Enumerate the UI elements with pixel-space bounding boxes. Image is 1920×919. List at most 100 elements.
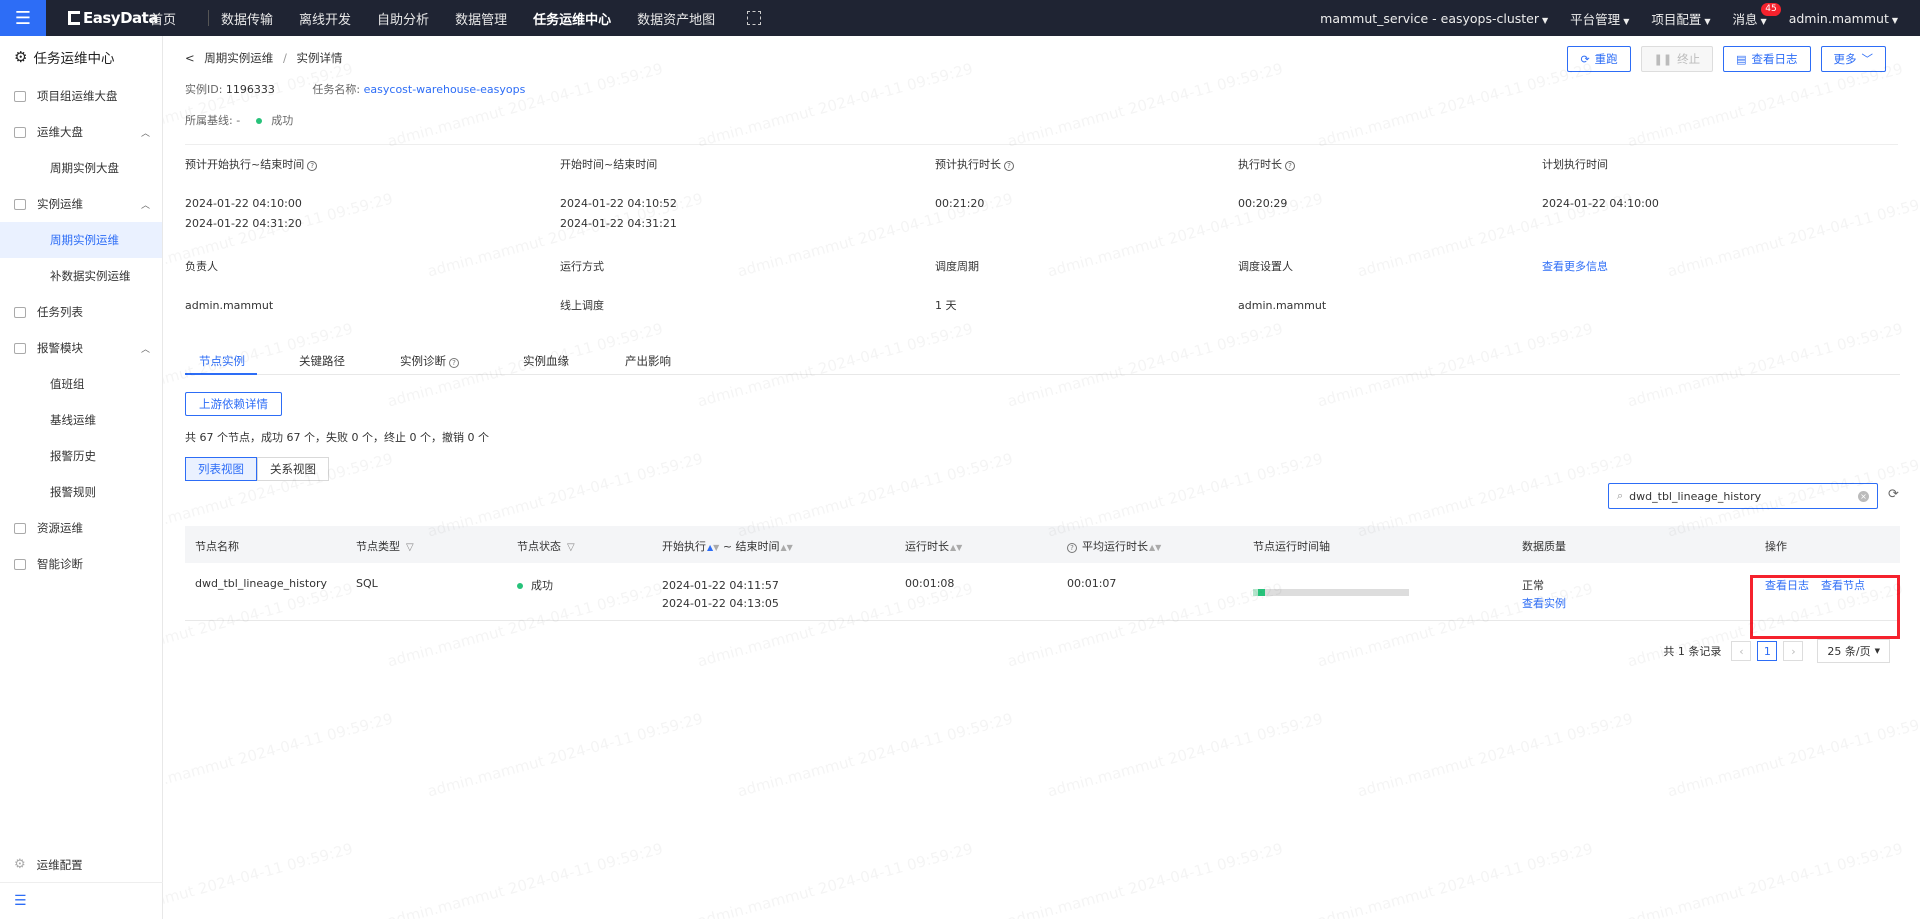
watermark-text: admin.mammut 2024-04-11 09:59:29 bbox=[696, 840, 975, 919]
help-icon[interactable]: ? bbox=[307, 161, 318, 171]
task-name-link[interactable]: easycost-warehouse-easyops bbox=[364, 83, 526, 96]
info-schedule-period: 调度周期 1 天 bbox=[935, 260, 979, 312]
nav-task-ops-center[interactable]: 任务运维中心 bbox=[533, 9, 611, 28]
prev-page-icon[interactable]: ‹ bbox=[1731, 641, 1752, 661]
list-view-button[interactable]: 列表视图 bbox=[185, 457, 257, 481]
sort-icon[interactable]: ▲▼ bbox=[1149, 543, 1161, 552]
search-value[interactable]: dwd_tbl_lineage_history bbox=[1629, 490, 1761, 503]
info-run-mode: 运行方式 线上调度 bbox=[560, 260, 604, 312]
page-size-select[interactable]: 25 条/页 ▼ bbox=[1817, 639, 1890, 663]
sidebar-item-duty-group[interactable]: 值班组 bbox=[0, 366, 162, 402]
monitor-icon bbox=[14, 126, 26, 138]
sidebar-item-baseline-ops[interactable]: 基线运维 bbox=[0, 402, 162, 438]
project-menu[interactable]: 项目配置 ▼ bbox=[1651, 9, 1710, 28]
info-plan-time: 计划执行时间 2024-01-22 04:10:00 bbox=[1542, 158, 1659, 210]
view-log-button[interactable]: ▤ 查看日志 bbox=[1723, 46, 1811, 72]
messages-menu[interactable]: 消息 ▼ 45 bbox=[1733, 2, 1781, 28]
settings-icon: ⚙ bbox=[14, 857, 26, 872]
node-timeline-bar bbox=[1253, 589, 1409, 596]
sidebar-item-alarm-module[interactable]: 报警模块 ︿ bbox=[0, 330, 162, 366]
rerun-button[interactable]: ⟳ 重跑 bbox=[1567, 46, 1631, 72]
tab-instance-lineage[interactable]: 实例血缘 bbox=[523, 353, 569, 369]
sidebar-item-instance-ops[interactable]: 实例运维 ︿ bbox=[0, 186, 162, 222]
timeline-segment-running bbox=[1257, 589, 1266, 596]
nav-data-asset-map[interactable]: 数据资产地图 bbox=[637, 9, 715, 28]
watermark-text: admin.mammut 2024-04-11 09:59:29 bbox=[163, 60, 355, 151]
relation-view-button[interactable]: 关系视图 bbox=[257, 457, 329, 481]
log-icon: ▤ bbox=[1736, 52, 1747, 66]
nav-self-analysis[interactable]: 自助分析 bbox=[377, 9, 429, 28]
page-current[interactable]: 1 bbox=[1757, 641, 1778, 661]
total-records: 共 1 条记录 bbox=[1663, 645, 1722, 658]
sidebar-item-project-dashboard[interactable]: 项目组运维大盘 bbox=[0, 78, 162, 114]
tab-critical-path[interactable]: 关键路径 bbox=[299, 353, 345, 369]
cluster-selector[interactable]: mammut_service - easyops-cluster ▼ bbox=[1320, 11, 1548, 26]
sort-icon[interactable]: ▲▼ bbox=[707, 543, 719, 552]
refresh-icon[interactable]: ⟳ bbox=[1888, 487, 1899, 502]
nav-offline-dev[interactable]: 离线开发 bbox=[299, 9, 351, 28]
breadcrumb-parent[interactable]: 周期实例运维 bbox=[204, 51, 273, 65]
collapse-sidebar-icon[interactable]: ☰ bbox=[0, 883, 163, 919]
filter-icon[interactable]: ▽ bbox=[567, 542, 575, 553]
menu-icon[interactable]: ☰ bbox=[0, 0, 46, 36]
nav-data-management[interactable]: 数据管理 bbox=[455, 9, 507, 28]
col-node-type[interactable]: 节点类型 ▽ bbox=[356, 538, 414, 554]
col-data-quality: 数据质量 bbox=[1522, 540, 1566, 553]
brand-logo[interactable]: EasyData bbox=[68, 9, 158, 27]
clear-icon[interactable]: × bbox=[1858, 490, 1869, 502]
sidebar-item-ops-config[interactable]: ⚙ 运维配置 bbox=[0, 847, 163, 883]
info-schedule-setter: 调度设置人 admin.mammut bbox=[1238, 260, 1327, 312]
nav-data-transfer[interactable]: 数据传输 bbox=[221, 9, 273, 28]
top-bar: ☰ EasyData 首页 数据传输 离线开发 自助分析 数据管理 任务运维中心… bbox=[0, 0, 1920, 36]
help-icon[interactable]: ? bbox=[449, 358, 459, 368]
pagination: 共 1 条记录 ‹ 1 › 25 条/页 ▼ bbox=[1663, 639, 1890, 663]
help-icon[interactable]: ? bbox=[1004, 161, 1014, 171]
chevron-up-icon: ︿ bbox=[140, 201, 150, 211]
more-button[interactable]: 更多 ﹀ bbox=[1820, 46, 1886, 72]
chevron-down-icon: ﹀ bbox=[1861, 52, 1874, 66]
instance-info-grid: 预计开始执行~结束时间? 2024-01-22 04:10:00 2024-01… bbox=[185, 156, 1835, 360]
sidebar-item-alarm-history[interactable]: 报警历史 bbox=[0, 438, 162, 474]
sidebar-item-ops-dashboard[interactable]: 运维大盘 ︿ bbox=[0, 114, 162, 150]
instance-id-label: 实例ID: bbox=[185, 83, 223, 96]
nav-home[interactable]: 首页 bbox=[150, 9, 176, 28]
user-menu[interactable]: admin.mammut ▼ bbox=[1789, 11, 1898, 26]
tab-output-impact[interactable]: 产出影响 bbox=[625, 353, 671, 369]
sort-icon[interactable]: ▲▼ bbox=[781, 543, 793, 552]
view-instance-link[interactable]: 查看实例 bbox=[1522, 595, 1566, 613]
upstream-dependency-button[interactable]: 上游依赖详情 bbox=[185, 392, 282, 416]
instance-meta: 实例ID: 1196333 任务名称: easycost-warehouse-e… bbox=[185, 81, 525, 97]
sidebar-item-task-list[interactable]: 任务列表 bbox=[0, 294, 162, 330]
col-avg-duration[interactable]: ? 平均运行时长▲▼ bbox=[1067, 538, 1161, 554]
next-page-icon[interactable]: › bbox=[1783, 641, 1804, 661]
more-info-link[interactable]: 查看更多信息 bbox=[1542, 258, 1608, 274]
highlight-box bbox=[1750, 575, 1900, 639]
stop-button[interactable]: ❚❚ 终止 bbox=[1640, 46, 1714, 72]
tab-instance-diagnosis[interactable]: 实例诊断? bbox=[400, 353, 459, 369]
alarm-icon bbox=[14, 342, 26, 354]
sidebar-item-cycle-instance-ops[interactable]: 周期实例运维 bbox=[0, 222, 162, 258]
col-start-end[interactable]: 开始执行▲▼ ~ 结束时间▲▼ bbox=[662, 538, 793, 554]
sidebar-item-resource-ops[interactable]: 资源运维 bbox=[0, 510, 162, 546]
col-node-status[interactable]: 节点状态 ▽ bbox=[517, 538, 575, 554]
expand-icon[interactable] bbox=[747, 11, 762, 25]
info-expected-time: 预计开始执行~结束时间? 2024-01-22 04:10:00 2024-01… bbox=[185, 156, 318, 234]
sidebar-item-cycle-dashboard[interactable]: 周期实例大盘 bbox=[0, 150, 162, 186]
sidebar-item-alarm-rules[interactable]: 报警规则 bbox=[0, 474, 162, 510]
sidebar-item-backfill-instance-ops[interactable]: 补数据实例运维 bbox=[0, 258, 162, 294]
tab-node-instances[interactable]: 节点实例 bbox=[199, 353, 245, 369]
sort-icon[interactable]: ▲▼ bbox=[950, 543, 962, 552]
watermark-text: admin.mammut 2024-04-11 09:59:29 bbox=[386, 840, 665, 919]
help-icon[interactable]: ? bbox=[1067, 543, 1077, 553]
filter-icon[interactable]: ▽ bbox=[406, 542, 414, 553]
back-icon[interactable]: < bbox=[185, 51, 195, 65]
search-input[interactable]: ⌕ dwd_tbl_lineage_history × bbox=[1608, 483, 1878, 509]
sidebar-item-smart-diagnosis[interactable]: 智能诊断 bbox=[0, 546, 162, 582]
platform-menu[interactable]: 平台管理 ▼ bbox=[1570, 9, 1629, 28]
col-duration[interactable]: 运行时长▲▼ bbox=[905, 538, 962, 554]
info-actual-time: 开始时间~结束时间 2024-01-22 04:10:52 2024-01-22… bbox=[560, 158, 677, 230]
sidebar-title: ⚙ 任务运维中心 bbox=[14, 48, 115, 67]
instance-id: 1196333 bbox=[225, 83, 275, 96]
info-row-owner: 负责人 admin.mammut 运行方式 线上调度 调度周期 1 天 调度设置… bbox=[185, 258, 1835, 360]
help-icon[interactable]: ? bbox=[1285, 161, 1295, 171]
